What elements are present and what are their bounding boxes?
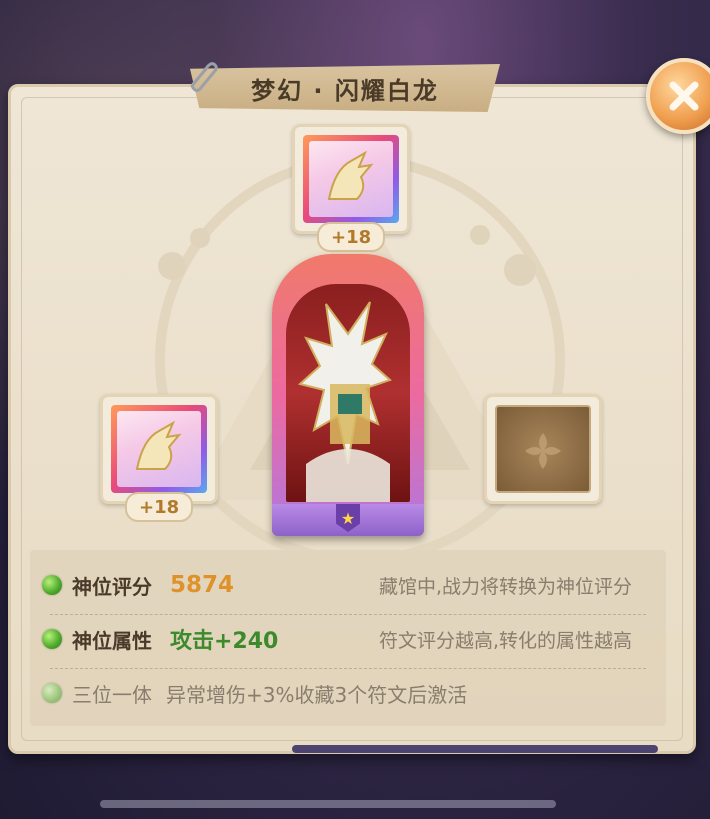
stat-label: 神位评分 — [72, 574, 152, 599]
rune-level-badge-top: +18 — [317, 222, 386, 252]
scrollbar[interactable] — [100, 800, 556, 808]
rune-slot-right-empty[interactable] — [484, 394, 602, 504]
green-orb-icon — [42, 575, 62, 595]
green-orb-icon — [42, 683, 62, 703]
stat-note: 符文评分越高,转化的属性越高 — [378, 629, 632, 652]
green-orb-icon — [42, 629, 62, 649]
white-dragon-icon — [297, 301, 392, 502]
rune-gem-icon — [111, 405, 207, 493]
rune-level-badge-left: +18 — [125, 492, 194, 522]
stat-value: 攻击+240 — [170, 629, 279, 654]
panel-footer-bar — [292, 745, 658, 753]
stat-value: 5874 — [170, 572, 235, 598]
rune-slot-left[interactable] — [100, 394, 218, 504]
empty-slot-icon — [495, 405, 591, 493]
attribute-info: 神位评分 5874 藏馆中,战力将转换为神位评分 神位属性 攻击+240 符文评… — [30, 550, 666, 726]
stat-row-score: 神位评分 5874 藏馆中,战力将转换为神位评分 — [42, 558, 654, 612]
x-icon — [669, 81, 699, 111]
stat-row-trinity: 三位一体 异常增伤+3%收藏3个符文后激活 — [42, 666, 654, 720]
stat-row-attribute: 神位属性 攻击+240 符文评分越高,转化的属性越高 — [42, 612, 654, 666]
dragon-rune-icon — [327, 150, 374, 200]
dragon-portrait — [286, 284, 410, 502]
clover-icon — [525, 433, 561, 469]
stat-label: 神位属性 — [72, 628, 152, 653]
dragon-rune-icon — [135, 420, 182, 470]
stat-label: 三位一体 — [72, 682, 152, 707]
rune-slot-top[interactable] — [292, 124, 410, 234]
stat-value: 异常增伤+3%收藏3个符文后激活 — [166, 682, 468, 707]
paperclip-icon — [190, 62, 218, 92]
page-title: 梦幻 · 闪耀白龙 — [251, 76, 439, 105]
character-card[interactable]: ★ — [272, 254, 424, 536]
rune-gem-icon — [303, 135, 399, 223]
stat-note: 藏馆中,战力将转换为神位评分 — [378, 575, 632, 598]
